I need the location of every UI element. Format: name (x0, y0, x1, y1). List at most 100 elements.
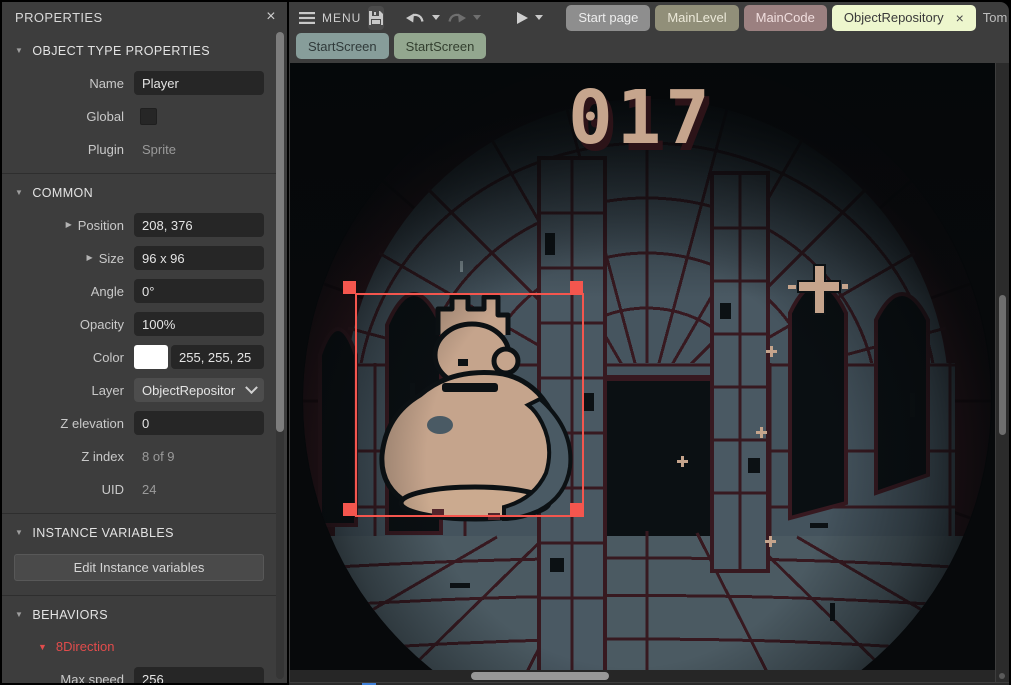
redo-dropdown-caret-icon (473, 15, 481, 20)
tab-mainlevel[interactable]: MainLevel (655, 5, 738, 31)
properties-scrollbar-thumb[interactable] (276, 32, 284, 432)
layer-label: Layer (2, 383, 134, 398)
color-field[interactable]: 255, 255, 25 (171, 345, 264, 369)
vertical-scrollbar-thumb[interactable] (999, 295, 1006, 435)
section-title: BEHAVIORS (32, 608, 108, 622)
uid-label: UID (2, 482, 134, 497)
close-icon[interactable]: × (266, 9, 276, 25)
save-button[interactable] (368, 6, 384, 30)
tab-startscreen-layout[interactable]: StartScreen (296, 33, 389, 59)
property-row-global: Global (2, 104, 264, 128)
property-row-uid: UID 24 (2, 477, 264, 501)
z-elevation-field[interactable]: 0 (134, 411, 264, 435)
property-row-color: Color 255, 255, 25 (2, 345, 264, 369)
app-window: { "icons": { "collapse": "▼", "expand": … (0, 0, 1011, 685)
horizontal-scrollbar-thumb[interactable] (471, 672, 609, 680)
layer-dropdown[interactable]: ObjectRepositor (134, 378, 264, 402)
property-row-size: ▶ Size 96 x 96 (2, 246, 264, 270)
tab-start-page[interactable]: Start page (566, 5, 650, 31)
tab-objectrepository-active[interactable]: ObjectRepository × (832, 5, 976, 31)
undo-dropdown-caret-icon[interactable] (432, 15, 440, 20)
selection-handle-top-right[interactable] (570, 281, 583, 294)
collapse-icon: ▼ (15, 189, 23, 197)
z-index-value: 8 of 9 (134, 449, 264, 464)
plugin-label: Plugin (2, 142, 134, 157)
global-label: Global (2, 109, 134, 124)
user-name: Tom (983, 10, 1008, 25)
properties-panel-title: PROPERTIES (15, 10, 103, 25)
global-checkbox[interactable] (140, 108, 157, 125)
size-field[interactable]: 96 x 96 (134, 246, 264, 270)
properties-panel: PROPERTIES × ▼ OBJECT TYPE PROPERTIES Na… (2, 2, 287, 683)
property-row-z-index: Z index 8 of 9 (2, 444, 264, 468)
properties-panel-body: ▼ OBJECT TYPE PROPERTIES Name Player Glo… (2, 32, 276, 683)
max-speed-field[interactable]: 256 (134, 667, 264, 683)
max-speed-label: Max speed (2, 672, 134, 684)
position-field[interactable]: 208, 376 (134, 213, 264, 237)
expand-icon[interactable]: ▶ (87, 254, 93, 262)
opacity-label: Opacity (2, 317, 134, 332)
property-row-plugin: Plugin Sprite (2, 137, 264, 161)
expand-icon[interactable]: ▶ (66, 221, 72, 229)
properties-scrollbar[interactable] (276, 32, 284, 679)
play-icon (517, 12, 528, 24)
selection-handle-bottom-left[interactable] (343, 503, 356, 516)
undo-button[interactable] (406, 12, 440, 24)
section-title: COMMON (32, 186, 93, 200)
workspace: MENU (289, 2, 1009, 683)
selection-handle-bottom-right[interactable] (570, 503, 583, 516)
canvas-horizontal-scrollbar[interactable] (290, 670, 995, 682)
menu-label: MENU (322, 11, 361, 25)
tab-startscreen-eventsheet[interactable]: StartScreen (394, 33, 487, 59)
name-field[interactable]: Player (134, 71, 264, 95)
opacity-field[interactable]: 100% (134, 312, 264, 336)
angle-field[interactable]: 0° (134, 279, 264, 303)
properties-panel-header: PROPERTIES × (2, 2, 287, 32)
color-swatch[interactable] (134, 345, 168, 369)
section-header-instance-variables[interactable]: ▼ INSTANCE VARIABLES (2, 519, 276, 553)
tab-close-icon[interactable]: × (956, 10, 964, 26)
behavior-8direction[interactable]: ▼ 8Direction (2, 635, 276, 667)
play-button[interactable] (517, 12, 543, 24)
behavior-name: 8Direction (56, 639, 115, 654)
document-tabs: Start page MainLevel MainCode ObjectRepo… (566, 5, 975, 31)
save-icon (368, 10, 384, 26)
size-label: ▶ Size (2, 251, 134, 266)
section-object-type-properties: ▼ OBJECT TYPE PROPERTIES Name Player Glo… (2, 32, 276, 173)
scrollbar-corner (996, 670, 1009, 682)
redo-icon (447, 12, 466, 24)
chevron-down-icon (245, 381, 258, 394)
color-label: Color (2, 350, 134, 365)
edit-instance-variables-button[interactable]: Edit Instance variables (14, 554, 264, 581)
layout-editor-canvas[interactable]: 017 017 (290, 63, 995, 672)
layer-value: ObjectRepositor (142, 383, 235, 398)
play-dropdown-caret-icon[interactable] (535, 15, 543, 20)
property-row-max-speed: Max speed 256 (2, 667, 264, 683)
canvas-vertical-scrollbar[interactable] (996, 63, 1009, 672)
property-row-layer: Layer ObjectRepositor (2, 378, 264, 402)
uid-value: 24 (134, 482, 264, 497)
section-header-common[interactable]: ▼ COMMON (2, 179, 276, 213)
z-elevation-label: Z elevation (2, 416, 134, 431)
section-instance-variables: ▼ INSTANCE VARIABLES Edit Instance varia… (2, 513, 276, 595)
collapse-icon: ▼ (15, 611, 23, 619)
angle-label: Angle (2, 284, 134, 299)
property-row-angle: Angle 0° (2, 279, 264, 303)
section-common: ▼ COMMON ▶ Position 208, 376 ▶ Size 96 x… (2, 173, 276, 513)
menu-button[interactable]: MENU (299, 11, 361, 25)
position-label: ▶ Position (2, 218, 134, 233)
plugin-value: Sprite (134, 142, 264, 157)
main-toolbar: MENU (289, 2, 1009, 33)
section-header-behaviors[interactable]: ▼ BEHAVIORS (2, 601, 276, 635)
redo-button[interactable] (447, 12, 481, 24)
section-header-object-type[interactable]: ▼ OBJECT TYPE PROPERTIES (2, 37, 276, 71)
tab-maincode[interactable]: MainCode (744, 5, 827, 31)
scene-canvas[interactable]: 017 017 (290, 63, 995, 672)
collapse-icon: ▼ (38, 643, 47, 651)
property-row-z-elevation: Z elevation 0 (2, 411, 264, 435)
layout-tabs: StartScreen StartScreen (289, 33, 1009, 62)
undo-icon (406, 12, 425, 24)
selection-handle-top-left[interactable] (343, 281, 356, 294)
user-account[interactable]: Tom (983, 6, 1009, 30)
room-number: 017 017 (568, 75, 719, 168)
